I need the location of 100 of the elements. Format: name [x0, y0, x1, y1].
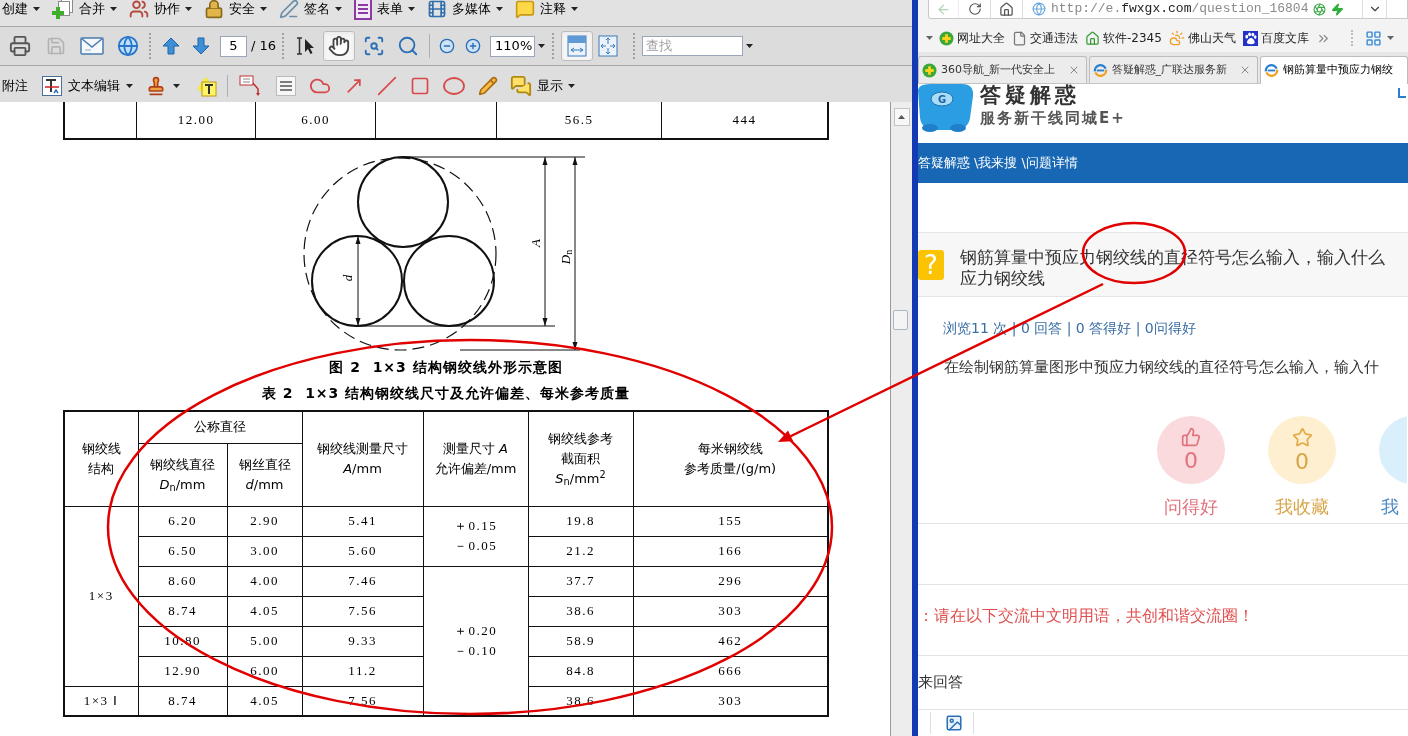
minus-circle-icon — [439, 38, 456, 54]
dimension-label: d — [339, 274, 357, 282]
table-cell: 8.60 — [138, 566, 227, 596]
app-grid-icon[interactable] — [1364, 29, 1382, 47]
fit-width-button[interactable] — [561, 31, 594, 61]
text-box-icon[interactable] — [276, 75, 296, 96]
menu-button[interactable]: 注释 — [515, 0, 578, 20]
table-cell: 6.00 — [227, 656, 302, 686]
hand-icon — [328, 35, 351, 57]
table-cell: 19.8 — [528, 506, 633, 536]
speech-bubble-icon — [515, 0, 535, 19]
menu-button[interactable]: 表单 — [354, 0, 415, 20]
menu-button[interactable]: 协作 — [129, 0, 192, 20]
plus-circle-icon — [922, 62, 937, 78]
answer-heading: 来回答 — [918, 672, 963, 694]
up-arrow-icon — [161, 36, 181, 56]
menu-button[interactable]: 多媒体 — [427, 0, 503, 20]
line-icon[interactable] — [377, 75, 397, 96]
browser-tab[interactable]: 钢筋算量中预应力钢绞 — [1260, 56, 1408, 84]
table-cell: ＋0.20 －0.10 — [423, 566, 528, 716]
globe-icon — [117, 35, 139, 57]
column-header: 钢绞线直径 D$_{n}$/mm — [138, 443, 227, 506]
caret-icon — [335, 7, 342, 11]
picture-icon — [945, 714, 963, 732]
corner-mark-icon — [1398, 88, 1406, 98]
menu-button[interactable]: 签名 — [279, 0, 342, 20]
callout-icon[interactable] — [239, 74, 263, 97]
table-cell: 8.74 — [138, 596, 227, 626]
breadcrumb-link[interactable]: \问题详情 — [1021, 153, 1078, 173]
table-cell-text: 444 — [731, 111, 758, 130]
table-cell: 4.05 — [227, 596, 302, 626]
zoom-field[interactable]: 110% — [490, 35, 536, 57]
browser-tab[interactable]: 360导航_新一代安全上 — [918, 56, 1087, 83]
text-edit-button[interactable]: 文本编辑 — [42, 75, 133, 96]
close-icon[interactable] — [1239, 64, 1251, 76]
column-header: 钢绞线 结构 — [64, 411, 138, 506]
paw-icon — [1242, 30, 1258, 46]
table-caption: 表 2 1×3 结构钢绞线尺寸及允许偏差、每米参考质量 — [260, 384, 632, 403]
documents-plus-icon — [52, 0, 74, 20]
text-edit-icon — [42, 75, 62, 96]
figure-caption: 图 2 1×3 结构钢绞线外形示意图 — [328, 358, 564, 377]
caret-icon — [746, 44, 754, 48]
caret-icon — [185, 7, 192, 11]
bookmark-link[interactable]: 百度文库 — [1242, 29, 1309, 47]
table-cell: 6.20 — [138, 506, 227, 536]
document-icon — [1012, 30, 1027, 46]
globe-icon — [1032, 2, 1046, 16]
fit-page-icon — [598, 35, 619, 57]
column-header: 钢绞线测量尺寸 A/mm — [302, 411, 423, 506]
lightning-icon — [1331, 2, 1345, 16]
column-header: 钢绞线参考 截面积 S$_{n}$/mm$^{2}$ — [528, 411, 633, 506]
highlight-button[interactable] — [195, 74, 217, 97]
marquee-zoom-icon — [363, 35, 386, 57]
caret-icon — [110, 7, 117, 11]
hand-tool-button[interactable] — [323, 31, 356, 61]
star-icon — [1291, 426, 1313, 448]
pencil-icon[interactable] — [478, 75, 498, 96]
bookmark-link[interactable]: 佛山天气 — [1168, 29, 1236, 47]
swirl-icon — [1264, 63, 1279, 78]
action-label: 我收藏 — [1275, 496, 1329, 518]
reload-icon — [967, 2, 982, 16]
site-title: 答疑解惑 — [980, 84, 1081, 106]
scroll-up-button[interactable] — [893, 108, 910, 126]
caret-icon — [33, 7, 40, 11]
caret-icon — [496, 7, 503, 11]
highlight-text-icon — [195, 74, 217, 97]
down-arrow-icon — [191, 36, 211, 56]
table-cell: 21.2 — [528, 536, 633, 566]
breadcrumb-link[interactable]: \我来搜 — [974, 153, 1018, 173]
menu-button[interactable]: 创建 — [2, 0, 40, 20]
show-button[interactable]: 显示 — [510, 74, 575, 97]
table-cell: 7.46 — [302, 566, 423, 596]
caret-icon — [538, 44, 546, 48]
table-cell: 12.00 — [137, 102, 256, 138]
browser-tab[interactable]: 答疑解惑_广联达服务新 — [1088, 56, 1258, 83]
ellipse-icon[interactable] — [443, 76, 465, 95]
menu-button[interactable]: 合并 — [52, 0, 117, 20]
envelope-icon — [80, 37, 104, 55]
house-icon — [1085, 30, 1100, 46]
table-cell: 56.5 — [497, 102, 662, 138]
table-cell: 37.7 — [528, 566, 633, 596]
rectangle-icon[interactable] — [410, 75, 430, 96]
logo-letter: G — [937, 94, 947, 105]
page-number-field[interactable]: 5 — [220, 35, 247, 57]
form-icon — [354, 0, 372, 20]
menu-button[interactable]: 安全 — [204, 0, 267, 20]
caret-icon — [926, 36, 933, 40]
insert-image-button[interactable] — [945, 714, 963, 732]
table-cell: 5.41 — [302, 506, 423, 536]
plus-circle-icon — [939, 30, 954, 46]
bookmark-link[interactable]: 网址大全 — [939, 29, 1005, 47]
bookmark-link[interactable]: 软件-2345 — [1085, 29, 1162, 47]
url-field[interactable]: http://e.fwxgx.com/question_16804 — [1023, 0, 1362, 18]
dropdown-button[interactable] — [1362, 0, 1387, 18]
bookmark-link[interactable]: 交通违法 — [1012, 29, 1078, 47]
scrollbar-thumb[interactable] — [893, 310, 908, 330]
stamp-button[interactable] — [146, 75, 180, 96]
site-slogan: 服务新干线同城E+ — [980, 109, 1126, 127]
question-badge: ? — [918, 249, 944, 280]
breadcrumb-link[interactable]: 答疑解惑 — [918, 153, 970, 173]
